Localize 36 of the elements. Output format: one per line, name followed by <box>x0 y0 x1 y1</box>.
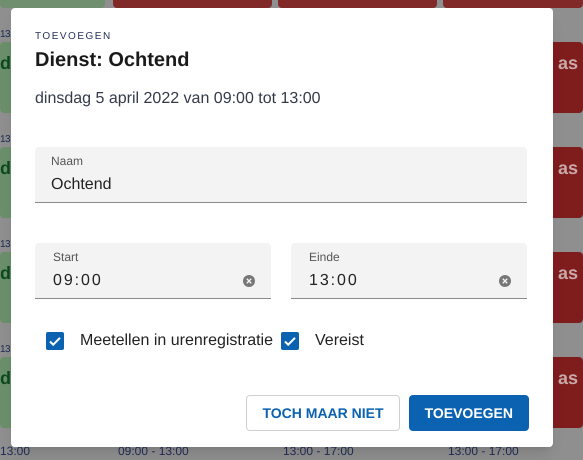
time-label: 13 <box>0 135 10 147</box>
shift-label: d <box>0 264 11 282</box>
shift-label: as <box>558 369 578 387</box>
time-field[interactable]: Einde 13:00 <box>291 243 527 299</box>
clear-icon[interactable] <box>243 275 255 287</box>
name-field[interactable]: Naam Ochtend <box>35 147 527 203</box>
shift-label: as <box>558 54 578 72</box>
time-value: 13:00 <box>309 271 359 291</box>
dialog-title: Dienst: Ochtend <box>35 48 190 73</box>
time-field[interactable]: Start 09:00 <box>35 243 271 299</box>
text-input[interactable]: Ochtend <box>51 173 511 197</box>
time-label: 09:00 - 13:00 <box>117 445 189 458</box>
time-label: 13:00 <box>0 445 30 458</box>
checkbox-label: Meetellen in urenregistratie <box>80 331 273 351</box>
shift-label: d <box>0 159 11 177</box>
field-label: Start <box>53 251 80 263</box>
time-value: 09:00 <box>53 271 103 291</box>
dialog-overline: TOEVOEGEN <box>35 32 113 42</box>
dialog-button[interactable]: TOCH MAAR NIET <box>246 395 400 431</box>
time-label: 13 <box>0 240 10 252</box>
shift-label: d <box>0 369 11 387</box>
shift-label: as <box>558 159 578 177</box>
time-label: 13 <box>0 30 10 42</box>
clear-icon[interactable] <box>499 275 511 287</box>
time-label: 13:00 - 17:00 <box>447 445 519 458</box>
dialog-subtitle: dinsdag 5 april 2022 van 09:00 tot 13:00 <box>35 89 322 109</box>
time-label: 13 <box>0 345 10 357</box>
field-label: Naam <box>51 155 84 167</box>
shift-label: as <box>558 264 578 282</box>
checkbox[interactable] <box>46 332 64 350</box>
checkbox[interactable] <box>281 332 299 350</box>
time-label: 13:00 - 17:00 <box>282 445 354 458</box>
checkbox-label: Vereist <box>315 331 364 351</box>
shift-label: d <box>0 54 11 72</box>
dialog-button[interactable]: TOEVOEGEN <box>408 395 529 431</box>
field-label: Einde <box>309 251 341 263</box>
